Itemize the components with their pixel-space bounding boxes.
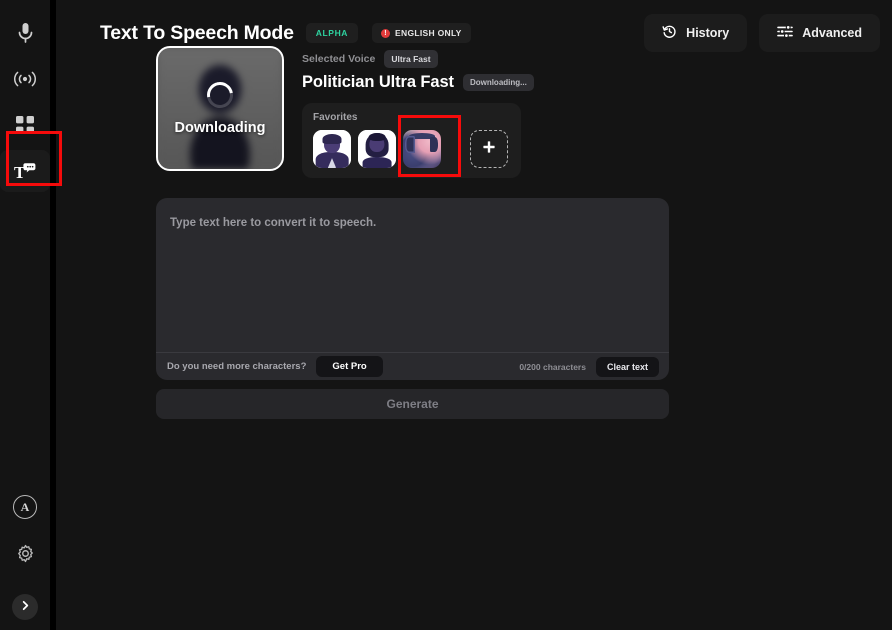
more-characters-hint: Do you need more characters?: [167, 361, 307, 372]
sidebar-item-voice-library[interactable]: [0, 104, 50, 146]
loading-spinner-icon: [201, 76, 239, 113]
voice-card-status: Downloading: [174, 119, 266, 136]
header-actions: History Advanced: [644, 14, 880, 52]
main-content: Text To Speech Mode ALPHA ! ENGLISH ONLY…: [56, 0, 892, 630]
voice-name: Politician Ultra Fast: [302, 73, 454, 91]
text-to-speech-input[interactable]: [156, 198, 669, 352]
selected-voice-line: Selected Voice Ultra Fast: [302, 50, 534, 68]
avatar-art: [358, 130, 396, 168]
history-label: History: [686, 26, 730, 40]
gear-icon: [16, 544, 35, 563]
avatar-icon: A: [13, 495, 37, 519]
favorites-list: [313, 130, 511, 168]
advanced-button[interactable]: Advanced: [759, 14, 880, 52]
alpha-badge: ALPHA: [305, 23, 359, 43]
voice-section: Downloading Selected Voice Ultra Fast Po…: [156, 46, 534, 178]
broadcast-icon: [13, 70, 37, 88]
history-button[interactable]: History: [644, 14, 748, 52]
english-only-badge: ! ENGLISH ONLY: [372, 23, 471, 43]
sidebar-secondary-nav: A: [0, 486, 50, 630]
voice-speed-chip: Ultra Fast: [384, 50, 438, 68]
favorite-avatar-3[interactable]: [403, 130, 441, 168]
favorites-title: Favorites: [313, 112, 358, 123]
app-root: T A Text To Speech Mode ALPHA ! ENGLISH …: [0, 0, 892, 630]
microphone-icon: [17, 22, 34, 44]
sidebar-item-settings[interactable]: [0, 532, 50, 574]
sidebar-item-account[interactable]: A: [0, 486, 50, 528]
advanced-label: Advanced: [802, 26, 862, 40]
page-title: Text To Speech Mode: [100, 21, 294, 44]
clear-text-button[interactable]: Clear text: [595, 356, 659, 377]
selected-voice-card[interactable]: Downloading: [156, 46, 284, 171]
left-sidebar: T A: [0, 0, 56, 630]
favorite-avatar-1[interactable]: [313, 130, 351, 168]
editor-toolbar: Do you need more characters? Get Pro 0/2…: [156, 352, 669, 380]
add-favorite-button[interactable]: [470, 130, 508, 168]
generate-button[interactable]: Generate: [156, 389, 669, 419]
plus-icon: [482, 140, 496, 159]
warning-dot-icon: !: [381, 28, 391, 38]
avatar-art: [313, 130, 351, 168]
text-editor-panel: Do you need more characters? Get Pro 0/2…: [156, 198, 669, 380]
history-clock-icon: [662, 24, 677, 42]
voice-details: Selected Voice Ultra Fast Politician Ult…: [302, 46, 534, 178]
sidebar-item-soundboard[interactable]: [0, 58, 50, 100]
selected-voice-label: Selected Voice: [302, 53, 376, 65]
favorites-panel: Favorites: [302, 103, 521, 178]
grid-icon: [16, 116, 34, 134]
sliders-icon: [777, 24, 794, 42]
text-speech-icon: T: [13, 160, 37, 182]
voice-name-line: Politician Ultra Fast Downloading...: [302, 73, 534, 92]
sidebar-primary-nav: T: [0, 0, 50, 196]
character-counter: 0/200 characters: [519, 361, 586, 372]
sidebar-expand-button[interactable]: [12, 594, 38, 620]
chevron-right-icon: [20, 598, 31, 616]
voice-download-overlay: Downloading: [158, 48, 282, 169]
get-pro-button[interactable]: Get Pro: [316, 356, 383, 377]
sidebar-item-text-to-speech[interactable]: T: [0, 150, 50, 192]
english-only-label: ENGLISH ONLY: [395, 28, 462, 38]
sidebar-item-voice-changer[interactable]: [0, 12, 50, 54]
voice-downloading-chip: Downloading...: [462, 74, 534, 91]
favorite-avatar-2[interactable]: [358, 130, 396, 168]
